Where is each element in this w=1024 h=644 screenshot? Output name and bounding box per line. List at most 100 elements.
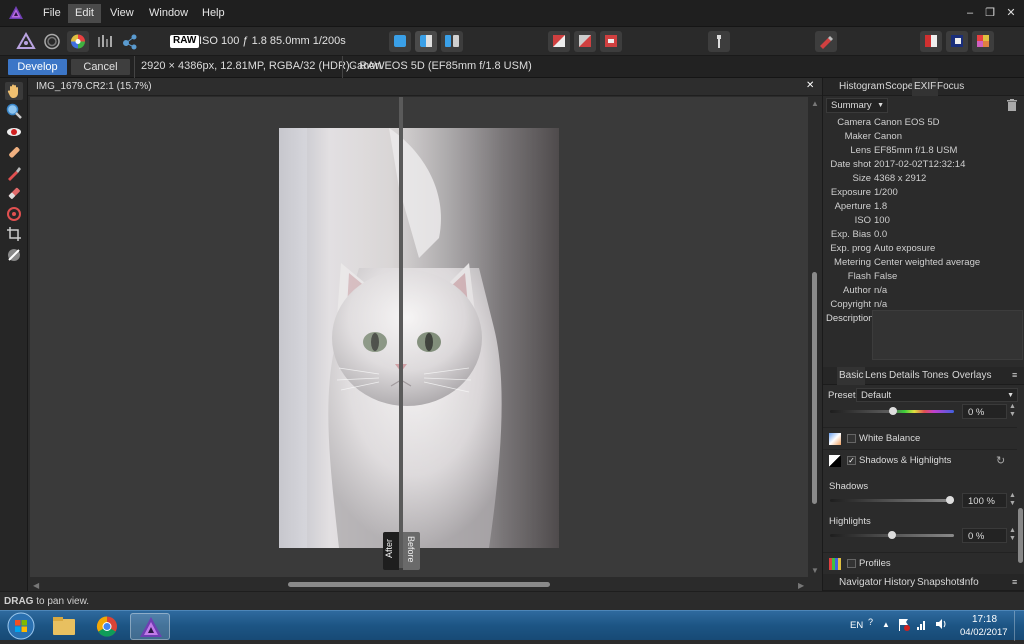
- view-mode-single-icon[interactable]: [389, 31, 411, 52]
- panel-menu-icon[interactable]: ≡: [1012, 370, 1017, 380]
- develop-persona-icon[interactable]: [67, 31, 89, 52]
- tab-history[interactable]: History: [882, 574, 917, 592]
- vertical-scrollbar[interactable]: ▲ ▼: [808, 97, 822, 578]
- overlay-erase-tool-icon[interactable]: [5, 184, 23, 202]
- horizontal-scrollbar[interactable]: ◀ ▶: [30, 578, 808, 591]
- before-handle[interactable]: Before: [403, 532, 420, 570]
- tab-tones[interactable]: Tones: [920, 367, 951, 385]
- white-balance-checkbox[interactable]: [847, 434, 856, 443]
- volume-icon[interactable]: [934, 617, 948, 631]
- shadows-highlights-section[interactable]: ✓ Shadows & Highlights ↻: [823, 449, 1017, 471]
- minimize-button[interactable]: –: [962, 5, 978, 21]
- mask-brush-icon[interactable]: [815, 31, 837, 52]
- overlay-gradient-tool-icon[interactable]: [5, 205, 23, 223]
- network-icon[interactable]: [916, 618, 928, 631]
- status-text: to pan view.: [33, 596, 90, 607]
- menu-file[interactable]: File: [36, 4, 68, 23]
- spin-icon[interactable]: ▲ ▼: [1009, 403, 1016, 419]
- scroll-right-icon[interactable]: ▶: [798, 581, 804, 590]
- file-explorer-icon[interactable]: [44, 613, 84, 640]
- tab-info[interactable]: Info: [960, 574, 981, 592]
- help-icon[interactable]: ?: [868, 617, 873, 627]
- menu-edit[interactable]: Edit: [68, 4, 101, 23]
- tab-histogram[interactable]: Histogram: [837, 78, 887, 96]
- tab-overlays[interactable]: Overlays: [950, 367, 993, 385]
- color-assistant-icon[interactable]: [972, 31, 994, 52]
- horizontal-scroll-thumb[interactable]: [288, 582, 550, 587]
- language-indicator[interactable]: EN: [850, 620, 863, 631]
- tint-value[interactable]: 0 %: [962, 404, 1007, 419]
- crop-tool-icon[interactable]: [5, 225, 23, 243]
- scroll-up-icon[interactable]: ▲: [811, 99, 819, 108]
- tray-expand-icon[interactable]: ▲: [882, 620, 890, 629]
- menu-view[interactable]: View: [103, 4, 141, 23]
- zoom-tool-icon[interactable]: [5, 102, 23, 120]
- tab-focus[interactable]: Focus: [935, 78, 966, 96]
- blemish-removal-tool-icon[interactable]: [5, 143, 23, 161]
- white-balance-tool-icon[interactable]: [5, 246, 23, 264]
- highlights-value[interactable]: 0 %: [962, 528, 1007, 543]
- view-mode-mirror-icon[interactable]: [441, 31, 463, 52]
- profiles-checkbox[interactable]: [847, 559, 856, 568]
- photo-persona-icon[interactable]: [15, 31, 37, 52]
- red-eye-tool-icon[interactable]: [5, 123, 23, 141]
- clock-time[interactable]: 17:18: [972, 614, 997, 625]
- flashlight-icon[interactable]: [708, 31, 730, 52]
- tint-slider-thumb[interactable]: [889, 407, 897, 415]
- reset-icon[interactable]: ↻: [996, 454, 1005, 467]
- document-tab[interactable]: IMG_1679.CR2:1 (15.7%) ✕: [28, 78, 822, 96]
- red-channel-icon[interactable]: [920, 31, 942, 52]
- shadows-slider-track[interactable]: [830, 499, 954, 502]
- clock-date[interactable]: 04/02/2017: [960, 627, 1008, 638]
- tab-navigator[interactable]: Navigator: [837, 574, 884, 592]
- cancel-button[interactable]: Cancel: [71, 59, 130, 75]
- description-field[interactable]: [872, 310, 1023, 360]
- tab-lens[interactable]: Lens: [863, 367, 889, 385]
- action-center-flag-icon[interactable]: [898, 618, 910, 631]
- basic-panel-scroll-thumb[interactable]: [1018, 508, 1023, 563]
- taskbar: EN ? ▲ 17:18 04/02/2017: [0, 610, 1024, 641]
- preset-dropdown[interactable]: Default ▼: [856, 388, 1018, 402]
- highlights-slider-thumb[interactable]: [888, 531, 896, 539]
- vertical-scroll-thumb[interactable]: [812, 272, 817, 504]
- shadows-slider-thumb[interactable]: [946, 496, 954, 504]
- affinity-photo-taskbar-icon[interactable]: [130, 613, 170, 640]
- spin-icon[interactable]: ▲ ▼: [1009, 527, 1016, 543]
- blue-channel-icon[interactable]: [946, 31, 968, 52]
- clipped-shadows-icon[interactable]: [574, 31, 596, 52]
- studio-tabs-top: Histogram Scope EXIF Focus: [823, 78, 1024, 96]
- menu-window[interactable]: Window: [142, 4, 195, 23]
- start-button-icon[interactable]: [4, 612, 38, 640]
- shadows-highlights-checkbox[interactable]: ✓: [847, 456, 856, 465]
- chrome-icon[interactable]: [87, 613, 127, 640]
- tab-snapshots[interactable]: Snapshots: [915, 574, 966, 592]
- after-handle[interactable]: After: [383, 532, 399, 570]
- exif-mode-dropdown[interactable]: Summary ▼: [826, 98, 888, 113]
- show-desktop-button[interactable]: [1014, 611, 1024, 641]
- menu-help[interactable]: Help: [195, 4, 232, 23]
- tab-details[interactable]: Details: [887, 367, 922, 385]
- hand-tool-icon[interactable]: [5, 82, 23, 100]
- tone-mapping-persona-icon[interactable]: [93, 31, 115, 52]
- export-persona-icon[interactable]: [119, 31, 141, 52]
- clipped-highlights-icon[interactable]: [548, 31, 570, 52]
- close-document-icon[interactable]: ✕: [806, 80, 814, 91]
- scroll-left-icon[interactable]: ◀: [33, 581, 39, 590]
- view-mode-split-icon[interactable]: [415, 31, 437, 52]
- white-balance-section[interactable]: White Balance: [823, 427, 1017, 449]
- split-divider[interactable]: [399, 97, 403, 568]
- overlay-paint-tool-icon[interactable]: [5, 164, 23, 182]
- tab-scope[interactable]: Scope: [883, 78, 915, 96]
- profiles-section[interactable]: Profiles: [823, 552, 1017, 574]
- tab-basic[interactable]: Basic: [837, 367, 866, 385]
- develop-button[interactable]: Develop: [8, 59, 67, 75]
- shadows-value[interactable]: 100 %: [962, 493, 1007, 508]
- scroll-down-icon[interactable]: ▼: [811, 566, 819, 575]
- trash-icon[interactable]: [1007, 99, 1017, 111]
- liquify-persona-icon[interactable]: [41, 31, 63, 52]
- spin-icon[interactable]: ▲ ▼: [1009, 492, 1016, 508]
- clipped-tones-icon[interactable]: [600, 31, 622, 52]
- close-window-button[interactable]: ✕: [1003, 5, 1019, 21]
- panel-menu-icon[interactable]: ≡: [1012, 577, 1017, 587]
- restore-button[interactable]: ❐: [982, 5, 998, 21]
